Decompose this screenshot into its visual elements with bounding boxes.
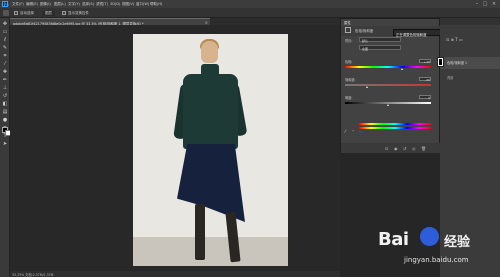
- properties-footer: ⊡ ◉ ↺ ◎ 🗑: [341, 143, 441, 153]
- eyedropper-icon[interactable]: ⁄: [2, 61, 8, 67]
- color-spectrum-top: [359, 123, 431, 125]
- saturation-slider-track[interactable]: [345, 84, 431, 86]
- healing-icon[interactable]: ✚: [2, 69, 8, 75]
- adjustment-layer-icon: [345, 27, 351, 33]
- baidu-watermark: Bai 经验 jingyan.baidu.com: [372, 218, 497, 273]
- ps-logo-icon: Ps: [2, 1, 9, 7]
- preset-value: 默认: [362, 38, 369, 43]
- layer-dropdown[interactable]: 图层: [42, 11, 55, 16]
- document-tab[interactable]: adobe8d81f42179583fd8e0c2e69f5.jpg @ 33.…: [10, 18, 210, 26]
- dodge-icon[interactable]: ●: [2, 117, 8, 123]
- adjustment-layer-name[interactable]: 色相/饱和度 1: [447, 60, 467, 65]
- marquee-icon[interactable]: ▭: [2, 29, 8, 35]
- lasso-icon[interactable]: ℓ: [2, 37, 8, 43]
- show-transform-label: 显示变换控件: [68, 11, 89, 15]
- eraser-icon[interactable]: ◧: [2, 101, 8, 107]
- path-select-icon[interactable]: ➤: [2, 141, 8, 147]
- lightness-value[interactable]: 0: [419, 95, 431, 100]
- eyedropper-plus-icon[interactable]: ⁺: [352, 129, 357, 134]
- watermark-bai: Bai: [378, 229, 409, 250]
- eyedropper-minus-icon[interactable]: ⁻: [359, 129, 364, 134]
- turtleneck: [201, 64, 219, 78]
- brush-icon[interactable]: ✏: [2, 77, 8, 83]
- quick-select-icon[interactable]: ✎: [2, 45, 8, 51]
- menu-type[interactable]: 文字(Y): [68, 2, 80, 7]
- status-bar: 33.33% 文档:2.37M/2.37M: [10, 271, 340, 277]
- background-layer-name[interactable]: 背景: [447, 75, 453, 80]
- gradient-icon[interactable]: ▤: [2, 109, 8, 115]
- tooltip: 正在调整色相饱和度: [393, 29, 443, 37]
- view-previous-icon[interactable]: ◉: [394, 146, 399, 151]
- visibility-icon[interactable]: ◎: [412, 146, 417, 151]
- menu-window[interactable]: 窗口(W): [136, 2, 149, 7]
- hue-value[interactable]: +46: [419, 59, 431, 64]
- auto-select-checkbox[interactable]: [14, 11, 18, 15]
- saturation-slider-thumb[interactable]: [366, 86, 368, 88]
- layers-panel-tabs: [440, 18, 500, 25]
- reset-icon[interactable]: ↺: [403, 146, 408, 151]
- close-icon[interactable]: ×: [491, 1, 497, 7]
- layers-filter-icons[interactable]: ⊡ ⊕ T ▭: [446, 37, 463, 42]
- hue-label: 色相:: [345, 60, 353, 64]
- green-sweater: [183, 74, 238, 149]
- delete-icon[interactable]: 🗑: [421, 146, 426, 151]
- saturation-label: 饱和度:: [345, 78, 356, 82]
- clip-to-layer-icon[interactable]: ⊡: [385, 146, 390, 151]
- menubar: Ps 文件(F) 编辑(E) 图像(I) 图层(L) 文字(Y) 选择(S) 滤…: [0, 0, 500, 8]
- navy-pleated-skirt: [177, 144, 245, 222]
- lightness-slider-thumb[interactable]: [387, 104, 389, 106]
- show-transform-checkbox[interactable]: [62, 11, 66, 15]
- properties-header-label: 色相/饱和度: [355, 29, 374, 33]
- menu-help[interactable]: 帮助(H): [150, 2, 162, 7]
- status-text: 33.33% 文档:2.37M/2.37M: [12, 273, 54, 277]
- watermark-url: jingyan.baidu.com: [404, 256, 469, 264]
- menu-filter[interactable]: 滤镜(T): [96, 2, 108, 7]
- menu-3d[interactable]: 3D(D): [110, 2, 120, 7]
- preset-label: 预设:: [345, 39, 353, 43]
- mask-icon: [439, 59, 442, 65]
- saturation-value[interactable]: -46: [419, 77, 431, 82]
- menu-image[interactable]: 图像(I): [40, 2, 51, 7]
- properties-title: 属性: [344, 21, 351, 25]
- history-brush-icon[interactable]: ↺: [2, 93, 8, 99]
- crop-icon[interactable]: ⌗: [2, 53, 8, 59]
- color-spectrum-bottom: [359, 127, 431, 129]
- menu-view[interactable]: 视图(V): [122, 2, 134, 7]
- left-boot: [195, 204, 205, 260]
- preset-select[interactable]: 默认: [359, 37, 401, 43]
- lightness-label: 明度:: [345, 96, 353, 100]
- move-tool-icon[interactable]: [3, 10, 9, 16]
- menu-layer[interactable]: 图层(L): [54, 2, 66, 7]
- properties-panel: 属性 色相/饱和度 预设: 默认 全图 色相: +46 饱和度: -46 明度:…: [340, 18, 441, 153]
- toolbar: ✥ ▭ ℓ ✎ ⌗ ⁄ ✚ ✏ ⊥ ↺ ◧ ▤ ● ✒ T ➤: [0, 18, 10, 277]
- minimize-icon[interactable]: –: [474, 1, 480, 7]
- floor: [133, 237, 288, 266]
- baidu-paw-icon: [420, 227, 439, 246]
- watermark-jingyan: 经验: [444, 235, 471, 250]
- photoshop-window: Ps 文件(F) 编辑(E) 图像(I) 图层(L) 文字(Y) 选择(S) 滤…: [0, 0, 500, 277]
- maximize-icon[interactable]: □: [482, 1, 488, 7]
- auto-select-label: 自动选择: [20, 11, 34, 15]
- stamp-icon[interactable]: ⊥: [2, 85, 8, 91]
- menu-edit[interactable]: 编辑(E): [26, 2, 38, 7]
- eyedropper-tool-icon[interactable]: ⁄: [345, 129, 350, 134]
- document-image[interactable]: [133, 34, 288, 266]
- face: [201, 41, 218, 63]
- menu-select[interactable]: 选择(S): [82, 2, 94, 7]
- menu-file[interactable]: 文件(F): [12, 2, 24, 7]
- hue-slider-track[interactable]: [345, 66, 431, 68]
- hue-slider-thumb[interactable]: [401, 68, 403, 70]
- channel-select[interactable]: 全图: [359, 45, 401, 51]
- channel-value: 全图: [362, 46, 369, 51]
- move-icon[interactable]: ✥: [2, 21, 8, 27]
